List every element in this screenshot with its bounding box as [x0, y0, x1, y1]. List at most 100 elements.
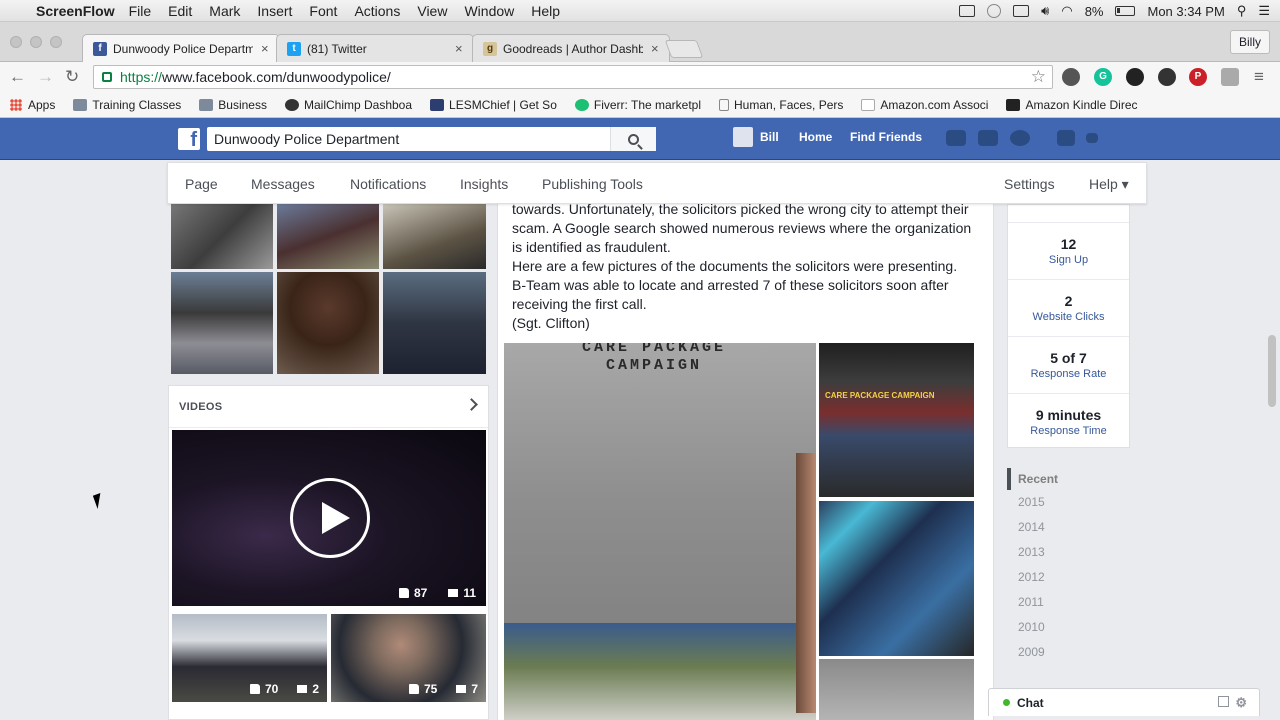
search-button[interactable] — [610, 127, 656, 151]
stat-website-clicks[interactable]: 2 Website Clicks — [1008, 279, 1129, 336]
year-2014[interactable]: 2014 — [1007, 515, 1130, 540]
year-2013[interactable]: 2013 — [1007, 540, 1130, 565]
year-2012[interactable]: 2012 — [1007, 565, 1130, 590]
photo-document[interactable] — [171, 204, 273, 269]
back-icon[interactable]: ← — [9, 67, 26, 87]
maximize-window-button[interactable] — [50, 36, 62, 48]
close-tab-icon[interactable]: × — [455, 41, 463, 56]
nav-find-friends[interactable]: Find Friends — [850, 130, 922, 144]
extension-chart-icon[interactable] — [1158, 68, 1176, 86]
screenflow-icon[interactable] — [959, 5, 976, 17]
tab-goodreads[interactable]: g Goodreads | Author Dashb × — [472, 34, 670, 62]
airplay-icon[interactable] — [1013, 5, 1030, 17]
menu-mark[interactable]: Mark — [209, 3, 240, 19]
photo-suspect-1[interactable] — [171, 272, 273, 374]
battery-icon[interactable] — [1115, 6, 1136, 16]
menu-actions[interactable]: Actions — [354, 3, 400, 19]
tab-insights[interactable]: Insights — [460, 176, 508, 192]
play-icon[interactable] — [290, 478, 370, 558]
grammarly-icon[interactable]: G — [1094, 68, 1112, 86]
bookmark-business[interactable]: Business — [199, 98, 267, 112]
post-photo-letter[interactable] — [819, 659, 974, 720]
bookmark-amazon-associates[interactable]: Amazon.com Associ — [861, 98, 988, 112]
forward-icon[interactable]: → — [37, 67, 54, 87]
tab-help[interactable]: Help ▾ — [1089, 176, 1129, 193]
tab-settings[interactable]: Settings — [1004, 176, 1055, 192]
close-tab-icon[interactable]: × — [261, 41, 269, 56]
photo-suspect-2[interactable] — [277, 272, 379, 374]
facebook-search-input[interactable]: Dunwoody Police Department — [207, 127, 656, 151]
featured-video[interactable]: 87 11 — [172, 430, 486, 606]
video-thumbnail-2[interactable]: 75 7 — [331, 614, 486, 702]
menu-file[interactable]: File — [129, 3, 152, 19]
close-tab-icon[interactable]: × — [651, 41, 659, 56]
quick-help-icon[interactable] — [1057, 130, 1075, 146]
year-2009[interactable]: 2009 — [1007, 640, 1130, 665]
menu-edit[interactable]: Edit — [168, 3, 192, 19]
menu-insert[interactable]: Insert — [257, 3, 292, 19]
nav-profile[interactable]: Bill — [760, 130, 779, 144]
minimize-window-button[interactable] — [30, 36, 42, 48]
bookmark-mailchimp[interactable]: MailChimp Dashboa — [284, 98, 412, 112]
tab-messages[interactable]: Messages — [251, 176, 315, 192]
year-2015[interactable]: 2015 — [1007, 490, 1130, 515]
stat-response-rate[interactable]: 5 of 7 Response Rate — [1008, 336, 1129, 393]
bookmark-lesmchief[interactable]: LESMChief | Get So — [430, 98, 557, 112]
menu-font[interactable]: Font — [309, 3, 337, 19]
spotlight-icon[interactable]: ⚲ — [1237, 3, 1247, 19]
chat-bar[interactable]: Chat ⚙ — [988, 688, 1260, 716]
notifications-globe-icon[interactable] — [1010, 130, 1030, 146]
pinterest-icon[interactable]: P — [1189, 68, 1207, 86]
post-photo-document[interactable]: CARE PACKAGE CAMPAIGN — [504, 343, 816, 720]
gear-icon[interactable]: ⚙ — [1235, 695, 1247, 711]
stop-icon[interactable] — [987, 4, 1002, 18]
photo-suspect-3[interactable] — [383, 272, 486, 374]
tab-facebook[interactable]: f Dunwoody Police Departm × — [82, 34, 280, 62]
year-2011[interactable]: 2011 — [1007, 590, 1130, 615]
stat-response-time[interactable]: 9 minutes Response Time — [1008, 393, 1129, 448]
nav-home[interactable]: Home — [799, 130, 832, 144]
account-menu-chevron-icon[interactable] — [1086, 133, 1098, 143]
tab-publishing-tools[interactable]: Publishing Tools — [542, 176, 643, 192]
facebook-logo-icon[interactable]: f — [178, 128, 200, 151]
reload-icon[interactable]: ↻ — [65, 67, 79, 87]
volume-icon[interactable]: 🔊︎ — [1041, 3, 1049, 19]
stat-sign-up[interactable]: 12 Sign Up — [1008, 222, 1129, 279]
new-tab-button[interactable] — [664, 40, 704, 58]
bookmark-training-classes[interactable]: Training Classes — [73, 98, 181, 112]
year-recent[interactable]: Recent — [1007, 468, 1130, 490]
wifi-icon[interactable]: ◠ — [1061, 3, 1072, 19]
app-name[interactable]: ScreenFlow — [36, 3, 115, 19]
photo-care-package[interactable] — [277, 204, 379, 269]
photo-meeting[interactable] — [383, 204, 486, 269]
clock[interactable]: Mon 3:34 PM — [1147, 4, 1224, 19]
bookmark-human-faces[interactable]: Human, Faces, Pers — [719, 98, 843, 112]
page-scrollbar[interactable] — [1268, 335, 1276, 407]
extension-icon[interactable] — [1062, 68, 1080, 86]
messages-icon[interactable] — [978, 130, 998, 146]
bookmark-star-icon[interactable]: ☆ — [1031, 67, 1046, 87]
bookmark-fiverr[interactable]: Fiverr: The marketpl — [574, 98, 701, 112]
user-avatar[interactable] — [733, 127, 753, 147]
profile-button[interactable]: Billy — [1229, 30, 1270, 54]
tab-notifications[interactable]: Notifications — [350, 176, 426, 192]
tab-twitter[interactable]: t (81) Twitter × — [276, 34, 474, 62]
post-photo-sponsor-card[interactable] — [819, 501, 974, 656]
menu-view[interactable]: View — [417, 3, 447, 19]
friend-requests-icon[interactable] — [946, 130, 966, 146]
menu-help[interactable]: Help — [531, 3, 560, 19]
compose-icon[interactable] — [1218, 696, 1229, 707]
video-thumbnail-1[interactable]: 70 2 — [172, 614, 327, 702]
tab-page[interactable]: Page — [185, 176, 218, 192]
bookmark-apps[interactable]: Apps — [10, 98, 55, 112]
year-2010[interactable]: 2010 — [1007, 615, 1130, 640]
code-extension-icon[interactable] — [1221, 68, 1239, 86]
bookmark-kindle-direct[interactable]: Amazon Kindle Direc — [1006, 98, 1138, 112]
videos-header[interactable]: VIDEOS — [169, 386, 488, 428]
post-photo-care-package[interactable]: CARE PACKAGE CAMPAIGN — [819, 343, 974, 497]
notification-center-icon[interactable]: ☰ — [1258, 3, 1270, 19]
menu-window[interactable]: Window — [464, 3, 514, 19]
chrome-menu-icon[interactable]: ≡ — [1254, 67, 1264, 87]
close-window-button[interactable] — [10, 36, 22, 48]
url-bar[interactable]: https:// www.facebook.com/dunwoodypolice… — [93, 65, 1053, 89]
